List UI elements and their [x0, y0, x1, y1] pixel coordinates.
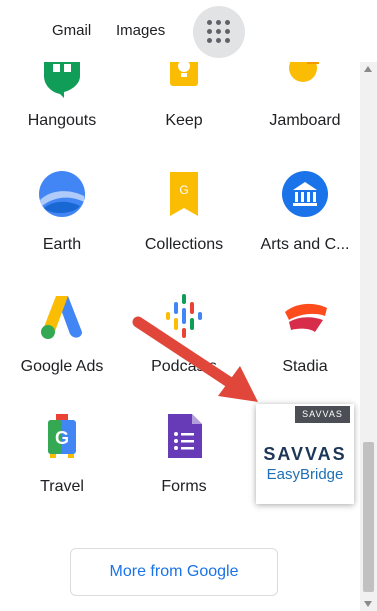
app-earth[interactable]: Earth: [2, 170, 122, 260]
google-ads-icon: [41, 296, 82, 339]
forms-icon: [168, 414, 202, 458]
keep-icon: [170, 62, 198, 86]
app-label: Podcasts: [151, 358, 217, 375]
scroll-up-arrow-icon[interactable]: [364, 66, 372, 72]
collections-icon: G: [170, 172, 198, 216]
hangouts-icon: [44, 62, 80, 98]
app-arts-and-culture[interactable]: Arts and C...: [245, 170, 360, 260]
app-label: Stadia: [282, 358, 328, 375]
svg-text:G: G: [55, 428, 69, 448]
app-jamboard[interactable]: Jamboard: [245, 62, 360, 142]
app-label: Arts and C...: [260, 236, 350, 253]
app-forms[interactable]: Forms: [124, 412, 244, 502]
gmail-link[interactable]: Gmail: [52, 22, 91, 39]
app-travel[interactable]: G Travel: [2, 412, 122, 502]
podcasts-icon: [166, 294, 202, 338]
app-label: Travel: [40, 478, 84, 495]
savvas-easybridge-app[interactable]: SAVVAS SAVVAS EasyBridge: [256, 404, 354, 504]
earth-icon: [39, 171, 85, 217]
google-apps-button[interactable]: [193, 6, 245, 58]
stadia-icon: [285, 303, 327, 332]
more-from-google-button[interactable]: More from Google: [70, 548, 278, 596]
app-stadia[interactable]: Stadia: [245, 292, 360, 382]
images-link[interactable]: Images: [116, 22, 165, 39]
svg-text:G: G: [179, 183, 188, 197]
scroll-thumb[interactable]: [363, 442, 374, 592]
app-label: Forms: [161, 478, 207, 495]
app-label: Collections: [144, 236, 224, 253]
savvas-tag: SAVVAS: [295, 406, 350, 423]
savvas-subtitle: EasyBridge: [266, 466, 344, 483]
app-collections[interactable]: G Collections: [124, 170, 244, 260]
apps-panel: Hangouts Keep Jamboard Earth G Collectio…: [0, 62, 360, 611]
app-label: Earth: [42, 236, 82, 253]
panel-scrollbar[interactable]: [360, 62, 377, 611]
scroll-down-arrow-icon[interactable]: [364, 601, 372, 607]
app-label: Hangouts: [27, 112, 97, 129]
travel-icon: G: [48, 414, 76, 458]
app-keep[interactable]: Keep: [124, 62, 244, 142]
arts-and-culture-icon: [282, 171, 328, 217]
app-google-ads[interactable]: Google Ads: [2, 292, 122, 382]
app-label: Jamboard: [269, 112, 341, 129]
app-label: Keep: [165, 112, 203, 129]
top-bar: Gmail Images: [0, 0, 377, 62]
app-label: Google Ads: [20, 358, 104, 375]
savvas-logo-text: SAVVAS: [263, 444, 347, 464]
app-podcasts[interactable]: Podcasts: [124, 292, 244, 382]
app-hangouts[interactable]: Hangouts: [2, 62, 122, 142]
jamboard-icon: [289, 62, 319, 82]
